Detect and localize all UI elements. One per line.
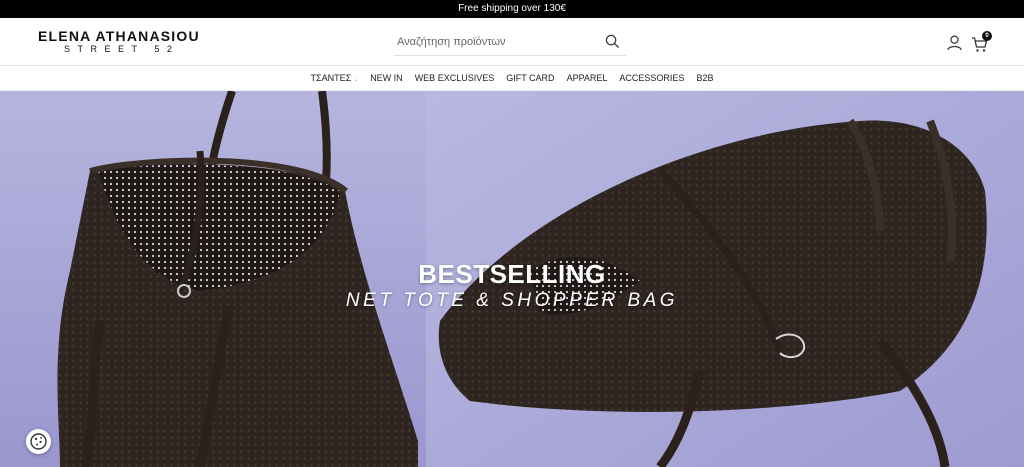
nav-item-b2b[interactable]: B2B [696, 73, 713, 83]
logo-line-1: ELENA ATHANASIOU [38, 28, 200, 44]
cookie-icon [30, 433, 47, 450]
brand-logo[interactable]: ELENA ATHANASIOU STREET 52 [38, 29, 203, 55]
nav-item-bags[interactable]: ΤΣΑΝΤΕΣ ⌄ [311, 73, 359, 83]
user-icon[interactable] [946, 34, 963, 51]
cart-button[interactable]: 0 [971, 31, 995, 55]
announcement-text: Free shipping over 130€ [458, 3, 566, 14]
main-navigation: ΤΣΑΝΤΕΣ ⌄ NEW IN WEB EXCLUSIVES GIFT CARD… [0, 66, 1024, 91]
announcement-bar: Free shipping over 130€ [0, 0, 1024, 18]
search-bar [394, 29, 626, 56]
nav-item-web-exclusives[interactable]: WEB EXCLUSIVES [415, 73, 495, 83]
site-header: ELENA ATHANASIOU STREET 52 0 [0, 18, 1024, 66]
hero-subtitle: NET TOTE & SHOPPER BAG [345, 290, 679, 311]
logo-line-2: STREET 52 [64, 44, 180, 54]
nav-item-new-in[interactable]: NEW IN [370, 73, 403, 83]
hero-banner[interactable]: BESTSELLING NET TOTE & SHOPPER BAG [0, 91, 1024, 467]
nav-item-label: ΤΣΑΝΤΕΣ [310, 73, 352, 83]
chevron-down-icon: ⌄ [353, 77, 359, 83]
search-input[interactable] [397, 32, 597, 52]
hero-title: BESTSELLING [418, 259, 606, 289]
cart-count-badge: 0 [982, 31, 992, 41]
nav-item-accessories[interactable]: ACCESSORIES [619, 73, 684, 83]
nav-item-gift-card[interactable]: GIFT CARD [506, 73, 554, 83]
cookie-settings-button[interactable] [26, 429, 51, 454]
nav-item-apparel[interactable]: APPAREL [567, 73, 608, 83]
search-icon[interactable] [605, 34, 620, 49]
